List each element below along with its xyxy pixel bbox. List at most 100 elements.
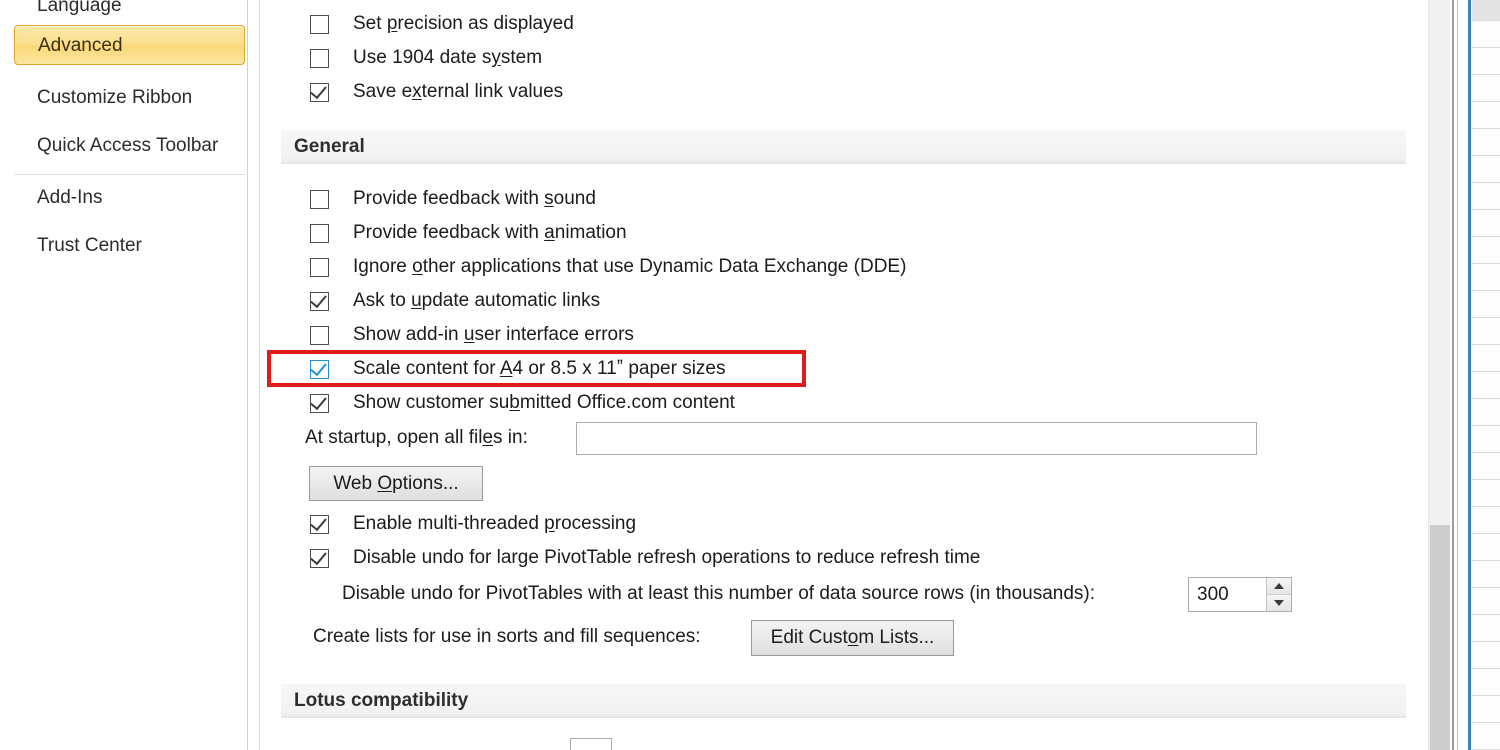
sidebar-item-label: Quick Access Toolbar [37, 135, 219, 156]
excel-worksheet-backdrop [1468, 0, 1500, 750]
checkbox-row-provide-feedback-sound[interactable]: Provide feedback with sound [310, 186, 596, 212]
checkbox-row-scale-content-for-paper-sizes[interactable]: Scale content for A4 or 8.5 x 11ˮ paper … [310, 356, 726, 382]
content-scrollbar[interactable] [1428, 0, 1450, 750]
startup-folder-label: At startup, open all fil e s in: [305, 427, 528, 448]
edit-custom-lists-button[interactable]: Edit Custom Lists... [751, 620, 954, 656]
checkbox-show-add-in-user-interface-errors[interactable] [310, 325, 329, 345]
excel-row-line [1472, 47, 1500, 48]
dialog-right-edge [1452, 0, 1454, 750]
checkbox-row-provide-feedback-animation[interactable]: Provide feedback with animation [310, 220, 627, 246]
checkbox-label: Provide feedback with animation [353, 222, 627, 243]
checkbox-enable-multi-threaded-processing[interactable] [310, 513, 329, 534]
section-header-lotus-compatibility: Lotus compatibility [281, 684, 1406, 718]
excel-row-line [1472, 128, 1500, 129]
checkbox-label: Ignore other applications that use Dynam… [353, 256, 907, 277]
checkbox-show-customer-submitted-office-content[interactable] [310, 392, 329, 413]
accelerator-key: s [544, 188, 554, 209]
checkbox-scale-content-for-paper-sizes[interactable] [310, 358, 329, 379]
sidebar-item-label: Language [37, 0, 122, 16]
excel-row-line [1472, 479, 1500, 480]
accelerator-key: A [499, 358, 513, 379]
sidebar-divider [14, 174, 245, 175]
excel-row-line [1472, 182, 1500, 183]
checkbox-provide-feedback-with-animation[interactable] [310, 223, 329, 243]
lotus-partial-label [313, 740, 318, 750]
checkmark-icon [310, 358, 327, 376]
sidebar-item-customize-ribbon[interactable]: Customize Ribbon [14, 78, 192, 118]
excel-options-dialog-screenshot: Language Advanced Customize Ribbon Quick… [0, 0, 1500, 750]
options-nav-list: Language Advanced Customize Ribbon Quick… [0, 0, 247, 750]
excel-row-line [1472, 722, 1500, 723]
excel-column-header [1472, 0, 1500, 21]
startup-folder-input[interactable] [576, 422, 1257, 455]
excel-row-line [1472, 668, 1500, 669]
excel-row-line [1472, 425, 1500, 426]
lotus-partial-input[interactable] [570, 738, 612, 750]
checkbox-row-ignore-other-applications-dde[interactable]: Ignore other applications that use Dynam… [310, 254, 906, 280]
chevron-down-icon [1274, 600, 1284, 606]
checkbox-row-disable-undo-large-pivottable-refresh[interactable]: Disable undo for large PivotTable refres… [310, 545, 980, 571]
checkbox-label: Set precision as displayed [353, 13, 574, 34]
checkbox-row-ask-to-update-automatic-links[interactable]: Ask to update automatic links [310, 288, 600, 314]
accelerator-key: u [411, 290, 422, 311]
checkbox-row-enable-multi-threaded-processing[interactable]: Enable multi-threaded processing [310, 511, 636, 537]
excel-row-line [1472, 506, 1500, 507]
pivottable-rows-input[interactable] [1189, 578, 1266, 611]
nav-content-divider [247, 0, 248, 750]
accelerator-key: p [386, 13, 398, 34]
accelerator-key: y [491, 47, 501, 68]
checkbox-row-save-external-link-values[interactable]: Save external link values [310, 79, 563, 105]
sidebar-item-language[interactable]: Language [14, 0, 122, 26]
excel-row-line [1472, 101, 1500, 102]
checkbox-row-set-precision[interactable]: Set precision as displayed [310, 11, 574, 37]
accelerator-key: e [482, 427, 494, 448]
options-content-pane: Set precision as displayed Use 1904 date… [268, 0, 1423, 750]
checkbox-label: Scale content for A4 or 8.5 x 11ˮ paper … [353, 358, 726, 379]
excel-row-line [1472, 695, 1500, 696]
excel-row-line [1472, 560, 1500, 561]
accelerator-key: a [544, 222, 555, 243]
stepper-increment-button[interactable] [1267, 578, 1291, 595]
checkbox-provide-feedback-with-sound[interactable] [310, 189, 329, 209]
sidebar-item-add-ins[interactable]: Add-Ins [14, 178, 102, 218]
checkmark-icon [310, 547, 327, 565]
excel-row-line [1472, 452, 1500, 453]
edit-custom-lists-button-label: Edit Custom Lists... [770, 627, 935, 648]
excel-row-line [1472, 74, 1500, 75]
web-options-button[interactable]: Web Options... [309, 466, 483, 501]
accelerator-key: u [463, 324, 475, 345]
sidebar-item-quick-access-toolbar[interactable]: Quick Access Toolbar [14, 126, 218, 166]
excel-row-line [1472, 398, 1500, 399]
excel-row-line [1472, 641, 1500, 642]
window-border-accent [1468, 0, 1471, 750]
accelerator-key: x [412, 81, 422, 102]
section-header-label: General [294, 136, 365, 157]
excel-row-line [1472, 317, 1500, 318]
sidebar-item-trust-center[interactable]: Trust Center [14, 226, 142, 266]
checkbox-label: Enable multi-threaded processing [353, 513, 637, 534]
checkbox-disable-undo-large-pivottable-refresh[interactable] [310, 547, 329, 568]
checkbox-row-use-1904-date-system[interactable]: Use 1904 date system [310, 45, 542, 71]
accelerator-key: o [412, 256, 423, 277]
pivottable-rows-stepper[interactable] [1188, 577, 1292, 612]
sidebar-item-label: Add-Ins [37, 187, 103, 208]
checkbox-save-external-link-values[interactable] [310, 81, 329, 102]
checkbox-row-show-customer-submitted-office-content[interactable]: Show customer submitted Office.com conte… [310, 390, 735, 416]
scrollbar-thumb[interactable] [1430, 525, 1450, 750]
sidebar-item-advanced[interactable]: Advanced [14, 25, 245, 65]
excel-row-line [1472, 587, 1500, 588]
checkbox-ignore-other-applications-dde[interactable] [310, 257, 329, 277]
checkbox-set-precision[interactable] [310, 14, 329, 34]
chevron-up-icon [1274, 583, 1284, 589]
excel-row-line [1472, 533, 1500, 534]
excel-row-line [1472, 155, 1500, 156]
content-pane-edge [259, 0, 260, 750]
checkbox-use-1904-date-system[interactable] [310, 48, 329, 68]
excel-row-line [1472, 236, 1500, 237]
checkbox-row-show-add-in-user-interface-errors[interactable]: Show add-in user interface errors [310, 322, 634, 348]
checkbox-ask-to-update-automatic-links[interactable] [310, 290, 329, 311]
stepper-buttons [1266, 578, 1291, 611]
stepper-decrement-button[interactable] [1267, 595, 1291, 611]
custom-lists-label: Create lists for use in sorts and fill s… [313, 626, 701, 647]
accelerator-key: O [377, 472, 393, 494]
